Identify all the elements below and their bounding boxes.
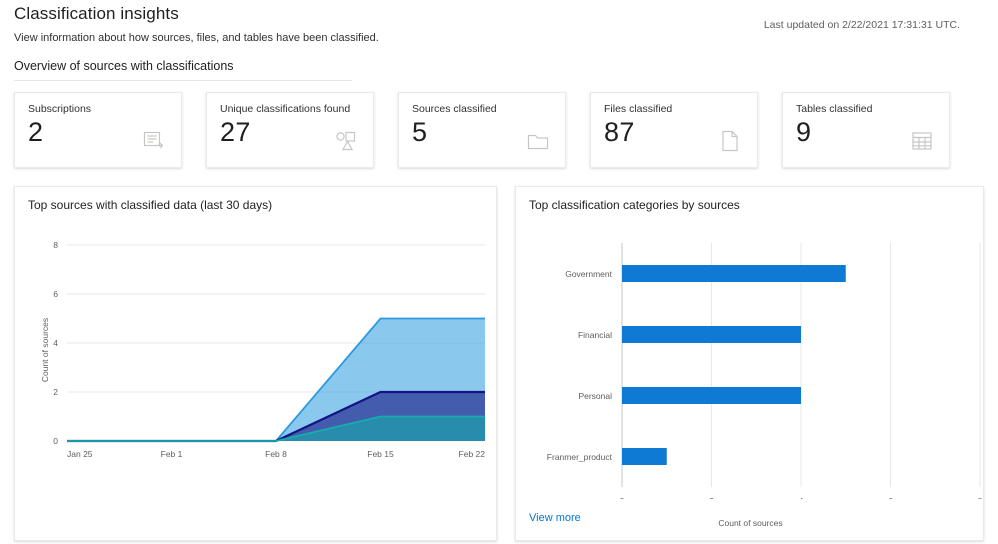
area-chart-svg: 0 2 4 6 8 Jan 25 Feb 1 Feb 8 Feb 15 Feb 22 — [53, 240, 486, 459]
classifications-icon — [334, 129, 358, 153]
kpi-card-sources-classified[interactable]: Sources classified 5 — [398, 92, 566, 168]
kpi-card-label: Tables classified — [796, 103, 873, 115]
kpi-card-label: Sources classified — [412, 103, 497, 115]
kpi-card-unique-classifications[interactable]: Unique classifications found 27 — [206, 92, 374, 168]
svg-text:Personal: Personal — [578, 391, 612, 401]
svg-text:6: 6 — [888, 496, 893, 499]
panel-top-categories: Top classification categories by sources… — [515, 186, 984, 541]
kpi-card-label: Subscriptions — [28, 103, 92, 115]
svg-text:6: 6 — [53, 289, 58, 299]
svg-text:2: 2 — [709, 496, 714, 499]
kpi-card-label: Files classified — [604, 103, 673, 115]
subscriptions-icon — [142, 129, 166, 153]
view-more-link[interactable]: View more — [529, 512, 581, 524]
svg-text:4: 4 — [53, 338, 58, 348]
page-subtitle: View information about how sources, file… — [14, 32, 379, 44]
kpi-card-label: Unique classifications found — [220, 103, 351, 115]
svg-text:Government: Government — [565, 269, 612, 279]
section-title: Overview of sources with classifications — [14, 59, 234, 73]
area-chart: Count of sources 0 2 4 6 8 Jan 25 Feb 1 Feb 8 Fe… — [15, 227, 498, 467]
svg-text:Feb 22: Feb 22 — [459, 449, 486, 459]
section-divider — [14, 80, 352, 81]
folder-icon — [526, 129, 550, 153]
svg-text:8: 8 — [978, 496, 983, 499]
kpi-card-subscriptions[interactable]: Subscriptions 2 — [14, 92, 182, 168]
svg-text:2: 2 — [53, 387, 58, 397]
classification-insights-page: Classification insights View information… — [0, 0, 998, 544]
kpi-card-tables-classified[interactable]: Tables classified 9 — [782, 92, 950, 168]
kpi-card-row: Subscriptions 2 Unique classifications f… — [14, 92, 950, 168]
last-updated-text: Last updated on 2/22/2021 17:31:31 UTC. — [763, 19, 960, 31]
table-icon — [910, 129, 934, 153]
panel-right-title: Top classification categories by sources — [529, 198, 740, 212]
svg-text:Feb 15: Feb 15 — [367, 449, 394, 459]
bar-chart: 0 2 4 6 8 Government Financial Personal Franmer_… — [516, 229, 985, 528]
svg-text:0: 0 — [53, 436, 58, 446]
svg-text:Feb 1: Feb 1 — [161, 449, 183, 459]
svg-text:Feb 8: Feb 8 — [265, 449, 287, 459]
bar-chart-x-axis-label: Count of sources — [718, 518, 783, 528]
svg-text:4: 4 — [799, 496, 804, 499]
svg-text:0: 0 — [620, 496, 625, 499]
file-icon — [718, 129, 742, 153]
kpi-card-files-classified[interactable]: Files classified 87 — [590, 92, 758, 168]
panel-left-title: Top sources with classified data (last 3… — [28, 198, 273, 212]
svg-text:Financial: Financial — [578, 330, 612, 340]
svg-text:8: 8 — [53, 240, 58, 250]
bar-chart-svg: 0 2 4 6 8 Government Financial Personal Franmer_… — [547, 243, 983, 499]
svg-text:Jan 25: Jan 25 — [67, 449, 93, 459]
panel-top-sources: Top sources with classified data (last 3… — [14, 186, 497, 541]
svg-text:Franmer_product: Franmer_product — [547, 452, 613, 462]
